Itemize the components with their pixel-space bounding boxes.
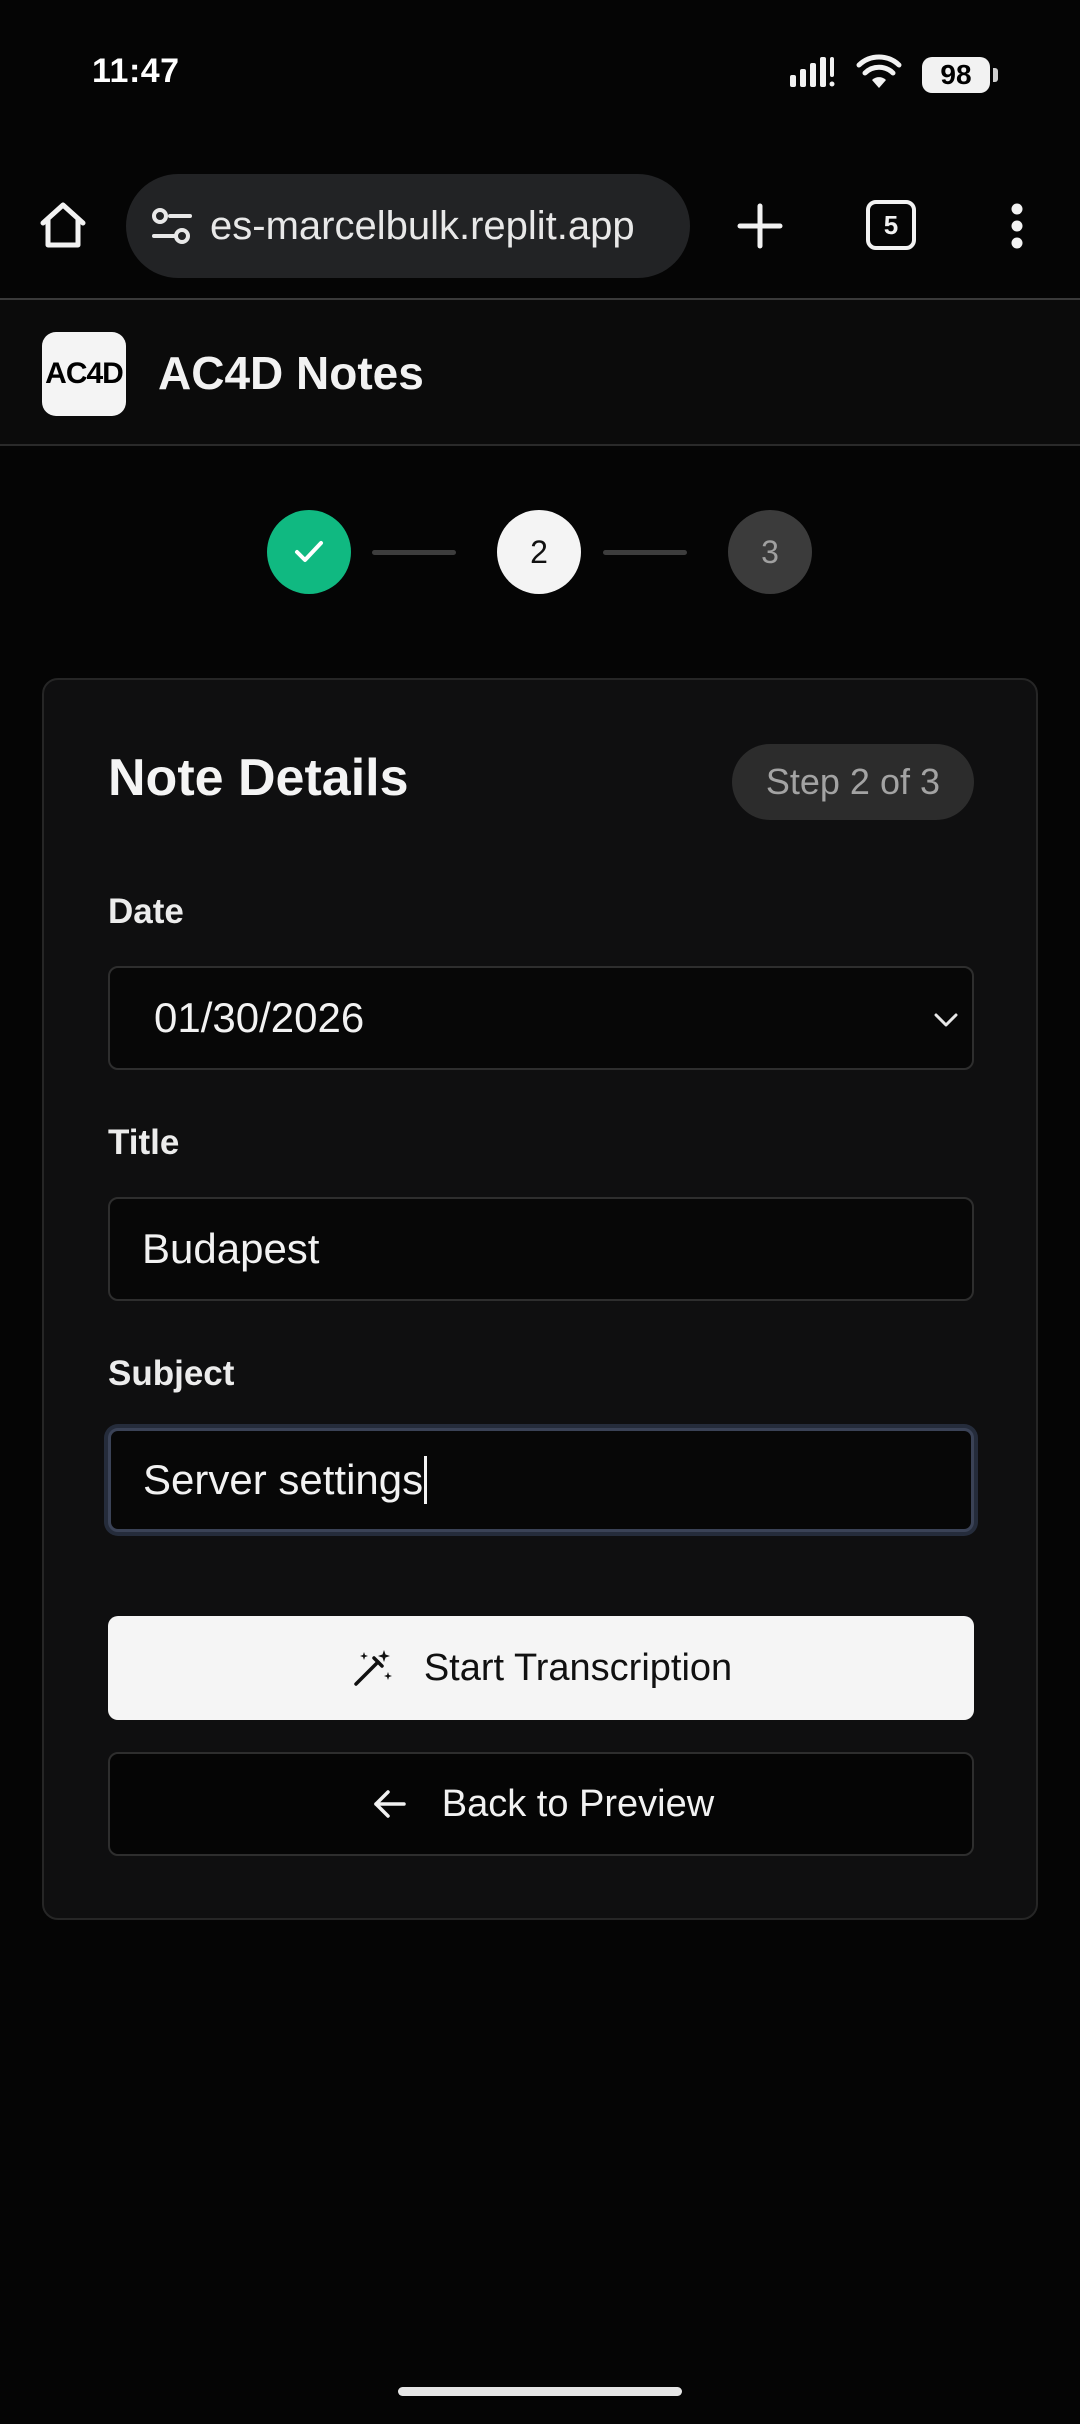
step-connector: [372, 550, 456, 555]
progress-stepper: 2 3: [0, 510, 1080, 596]
tab-switcher-button[interactable]: 5: [866, 200, 916, 250]
note-details-card: Note Details Step 2 of 3 Date 01/30/2026…: [42, 678, 1038, 1920]
step-3-upcoming: 3: [728, 510, 812, 594]
home-indicator[interactable]: [398, 2387, 682, 2396]
more-vertical-icon: [1011, 203, 1023, 249]
site-settings-icon[interactable]: [146, 200, 198, 252]
app-title: AC4D Notes: [158, 347, 424, 399]
card-title: Note Details: [108, 749, 409, 807]
status-bar: 11:47 98: [0, 0, 1080, 150]
home-button[interactable]: [30, 192, 96, 258]
browser-menu-button[interactable]: [1000, 196, 1034, 256]
url-bar[interactable]: es-marcelbulk.replit.app: [126, 174, 690, 278]
step-connector: [603, 550, 687, 555]
subject-label: Subject: [108, 1354, 235, 1393]
date-field[interactable]: 01/30/2026: [108, 966, 974, 1070]
title-value: Budapest: [142, 1225, 320, 1272]
step-2-current: 2: [497, 510, 581, 594]
date-label: Date: [108, 892, 184, 931]
back-to-preview-button[interactable]: Back to Preview: [108, 1752, 974, 1856]
back-to-preview-label: Back to Preview: [441, 1782, 715, 1825]
app-header: AC4D AC4D Notes: [0, 300, 1080, 446]
battery-icon: 98: [922, 56, 998, 93]
date-value: 01/30/2026: [154, 994, 365, 1041]
new-tab-button[interactable]: [730, 196, 790, 256]
title-input[interactable]: Budapest: [108, 1197, 974, 1301]
home-icon: [40, 202, 86, 248]
start-transcription-label: Start Transcription: [423, 1646, 733, 1689]
subject-value: Server settings: [143, 1456, 424, 1503]
checkmark-icon: [295, 541, 323, 562]
subject-input[interactable]: Server settings: [108, 1428, 974, 1532]
wifi-icon: [856, 54, 902, 95]
url-text: es-marcelbulk.replit.app: [210, 203, 635, 248]
chevron-down-icon[interactable]: [930, 1004, 962, 1036]
status-icons: 98: [790, 54, 998, 95]
screen: 11:47 98 es-marcelbulk.replit.app 5 AC4D…: [0, 0, 1080, 2424]
step-1-complete: [267, 510, 351, 594]
text-cursor: [424, 1456, 428, 1504]
plus-icon: [737, 203, 783, 249]
magic-wand-icon: [350, 1646, 394, 1690]
browser-toolbar: es-marcelbulk.replit.app 5: [0, 160, 1080, 300]
app-logo[interactable]: AC4D: [42, 332, 126, 416]
step-badge: Step 2 of 3: [731, 744, 974, 820]
status-time: 11:47: [92, 52, 180, 90]
start-transcription-button[interactable]: Start Transcription: [108, 1616, 974, 1720]
arrow-left-icon: [368, 1782, 412, 1826]
cellular-signal-icon: [790, 55, 836, 94]
title-label: Title: [108, 1123, 180, 1162]
